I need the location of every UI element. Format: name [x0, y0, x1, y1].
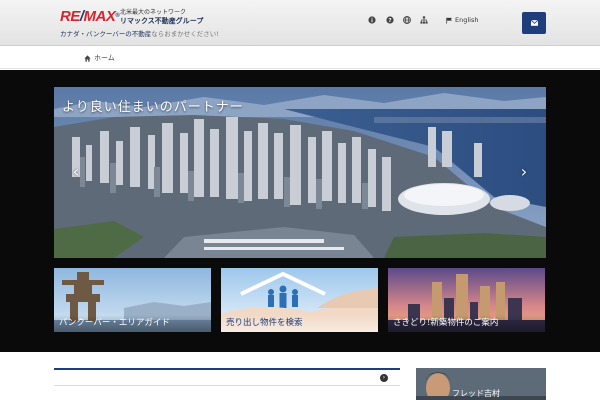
- language-label: English: [455, 16, 479, 24]
- remax-logo[interactable]: RE/MAX®: [60, 8, 120, 25]
- slider-prev-button[interactable]: ‹: [68, 163, 84, 181]
- tagline-main: カナダ・バンクーバーの: [60, 30, 132, 38]
- listing-search-card[interactable]: 売り出し物件を検索: [221, 268, 378, 332]
- brand-tag: 北米最大のネットワーク: [120, 9, 187, 16]
- slider-next-button[interactable]: ›: [516, 163, 532, 181]
- breadcrumb-bar: ホーム: [0, 47, 600, 69]
- area-guide-label: バンクーバー・エリアガイド: [54, 315, 211, 332]
- chevron-right-icon[interactable]: ›: [380, 374, 388, 382]
- site-header: RE/MAX® 北米最大のネットワーク リマックス不動産グループ カナダ・バンク…: [0, 0, 600, 46]
- news-section-header: ›: [54, 368, 400, 386]
- breadcrumb: ホーム: [84, 53, 115, 63]
- listing-search-label: 売り出し物件を検索: [221, 315, 378, 332]
- breadcrumb-home[interactable]: ホーム: [94, 53, 115, 63]
- agent-name-label: フレッド吉村: [452, 389, 500, 398]
- flag-icon: [446, 17, 452, 24]
- contact-mail-button[interactable]: [522, 12, 546, 34]
- logo-max: MAX: [83, 8, 116, 25]
- tagline-end: ならおまかせください!: [151, 30, 219, 38]
- agent-profile-banner[interactable]: フレッド吉村: [416, 368, 546, 400]
- brand-name: リマックス不動産グループ: [120, 17, 204, 25]
- home-icon[interactable]: [84, 54, 91, 62]
- globe-icon[interactable]: [402, 15, 412, 25]
- header-tagline: カナダ・バンクーバーの不動産ならおまかせください!: [60, 30, 219, 38]
- mail-icon: [530, 20, 538, 26]
- hero-title: より良い住まいのパートナー: [62, 100, 244, 115]
- sitemap-icon[interactable]: [419, 15, 429, 25]
- tagline-accent: 不動産: [131, 30, 152, 38]
- new-homes-label: さきどり!新築物件のご案内: [388, 315, 545, 332]
- question-icon[interactable]: ?: [385, 15, 395, 25]
- logo-re: RE: [60, 8, 80, 25]
- info-icon[interactable]: [367, 15, 377, 25]
- svg-text:?: ?: [388, 18, 391, 24]
- area-guide-card[interactable]: バンクーバー・エリアガイド: [54, 268, 211, 332]
- new-homes-card[interactable]: さきどり!新築物件のご案内: [388, 268, 545, 332]
- hero-slider[interactable]: より良い住まいのパートナー ‹ ›: [54, 87, 546, 258]
- logo-registered-mark: ®: [115, 13, 120, 19]
- language-switch[interactable]: English: [446, 15, 478, 25]
